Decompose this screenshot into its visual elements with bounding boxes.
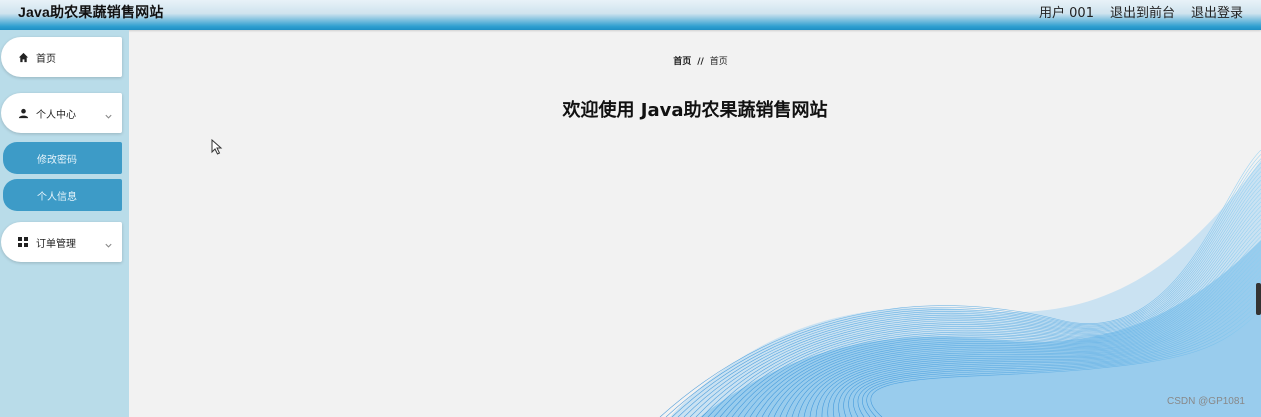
user-label[interactable]: 用户 001: [1039, 2, 1094, 21]
sidebar: 首页 个人中心 修改密码 个人信息 订单管理: [0, 30, 129, 417]
chevron-down-icon: [104, 235, 114, 248]
mouse-cursor-icon: [211, 139, 223, 155]
grid-icon: [18, 236, 30, 248]
sidebar-subitem-label: 修改密码: [37, 154, 77, 166]
chevron-down-icon: [104, 106, 114, 119]
top-navbar: Java助农果蔬销售网站 用户 001 退出到前台 退出登录: [0, 0, 1261, 30]
sidebar-subitem-label: 个人信息: [37, 191, 77, 203]
sidebar-subitem-change-password[interactable]: 修改密码: [3, 142, 122, 174]
welcome-heading: 欢迎使用 Java助农果蔬销售网站: [562, 100, 828, 121]
app-title: Java助农果蔬销售网站: [18, 4, 164, 20]
breadcrumb-separator: //: [697, 57, 704, 67]
user-icon: [18, 107, 30, 119]
decorative-wave-graphic: [659, 150, 1261, 417]
breadcrumb-item-home[interactable]: 首页: [673, 57, 691, 67]
breadcrumb-item-current: 首页: [709, 57, 728, 67]
breadcrumb: 首页 // 首页: [0, 54, 1261, 67]
scrollbar-thumb[interactable]: [1256, 283, 1261, 315]
exit-to-frontend-link[interactable]: 退出到前台: [1110, 2, 1175, 21]
sidebar-item-order-management[interactable]: 订单管理: [1, 222, 122, 262]
sidebar-subitem-personal-info[interactable]: 个人信息: [3, 179, 122, 211]
top-right-links: 用户 001 退出到前台 退出登录: [1039, 2, 1243, 21]
sidebar-item-label: 订单管理: [36, 238, 76, 250]
sidebar-item-label: 个人中心: [36, 109, 76, 121]
sidebar-item-personal-center[interactable]: 个人中心: [1, 93, 122, 133]
watermark-text: CSDN @GP1081: [1167, 396, 1245, 407]
logout-link[interactable]: 退出登录: [1191, 2, 1243, 21]
